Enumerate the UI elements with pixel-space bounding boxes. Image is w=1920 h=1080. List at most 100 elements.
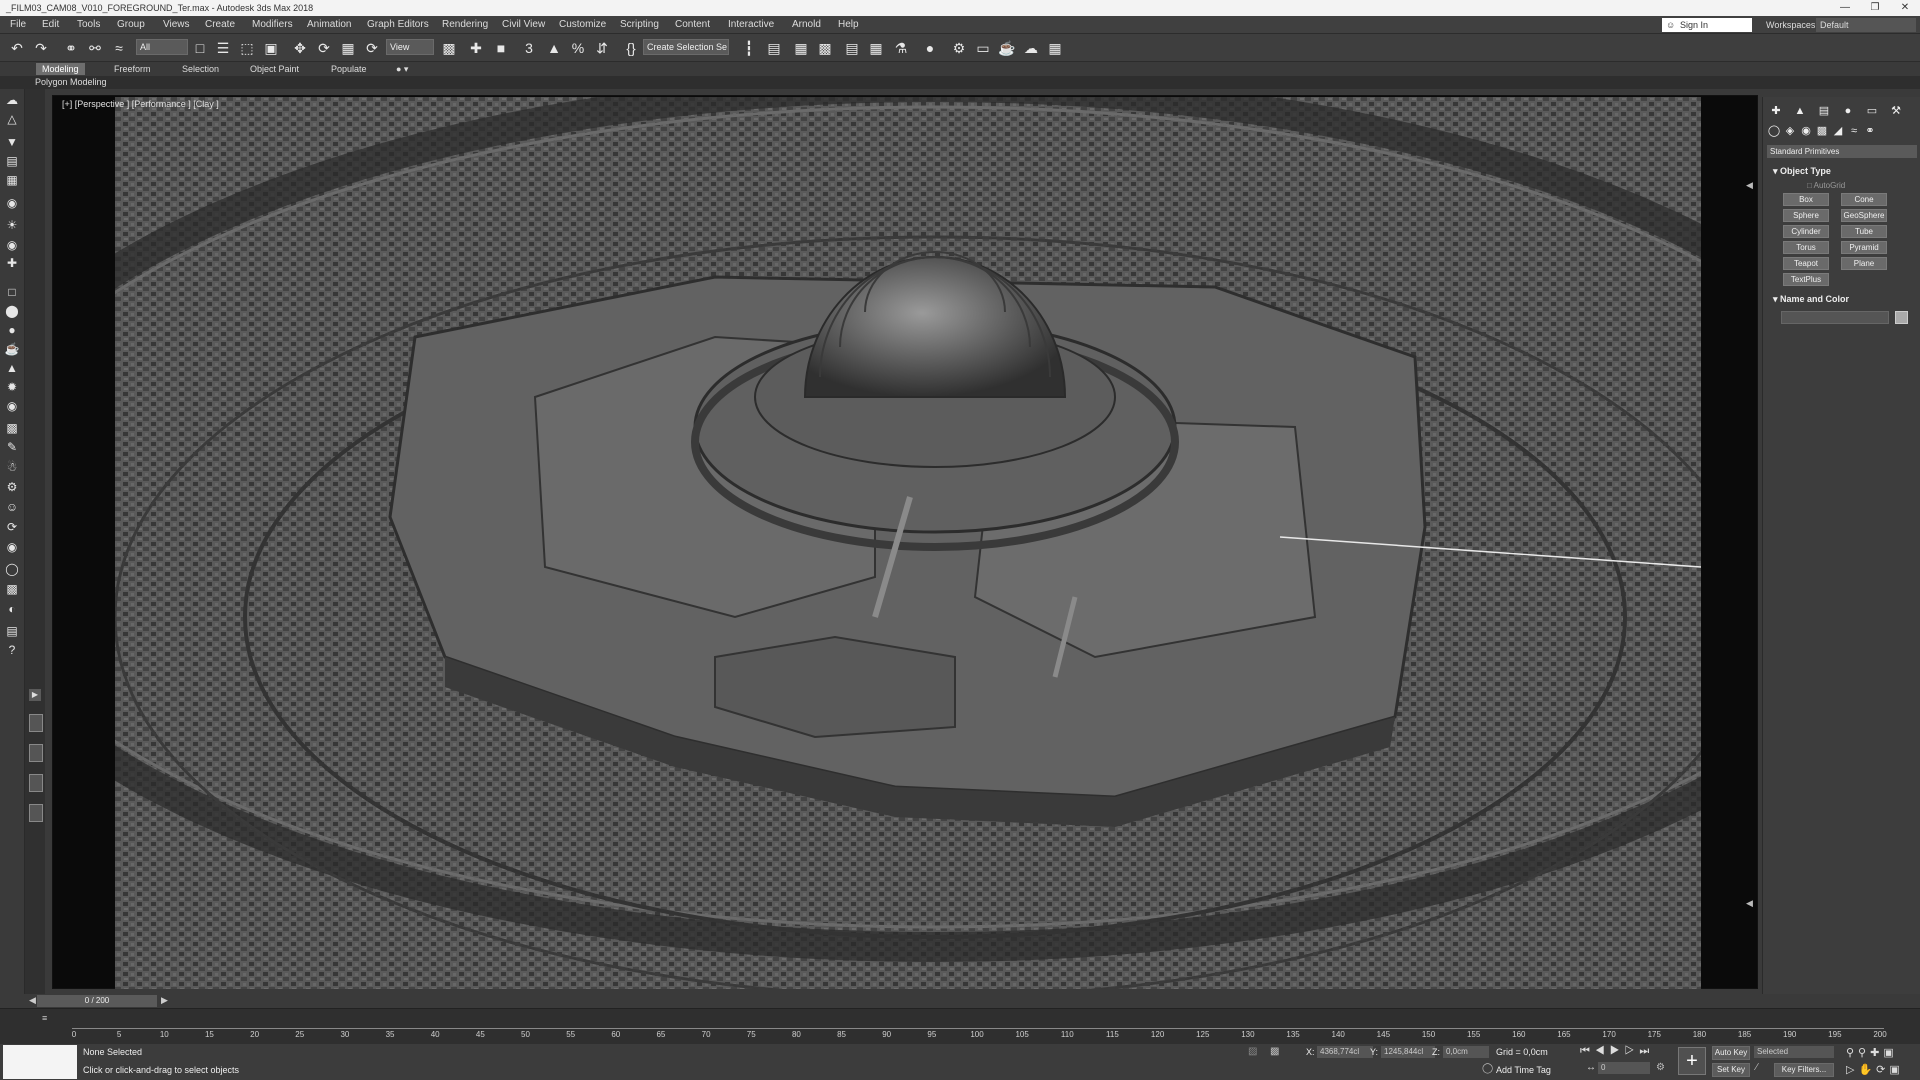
perspective-viewport[interactable] bbox=[115, 97, 1701, 989]
prev-frame-icon[interactable]: ◀ bbox=[29, 995, 36, 1006]
textplus-button[interactable]: TextPlus bbox=[1783, 273, 1829, 286]
move-icon[interactable]: ✥ bbox=[291, 39, 309, 57]
schematic-view-icon[interactable]: ⚗ bbox=[892, 39, 910, 57]
link-icon[interactable]: ⚭ bbox=[62, 39, 80, 57]
next-frame-icon[interactable]: ▶ bbox=[161, 995, 168, 1006]
geometry-icon[interactable]: □ bbox=[4, 284, 20, 300]
lights-icon[interactable]: ◐ bbox=[4, 601, 20, 617]
create-tab-icon[interactable]: ✚ bbox=[1769, 104, 1783, 118]
modify-tab-icon[interactable]: ▲ bbox=[1793, 104, 1807, 118]
cat-icon[interactable]: ◉ bbox=[4, 539, 20, 555]
biped-icon[interactable]: ☺ bbox=[4, 499, 20, 515]
bind-space-warp-icon[interactable]: ≈ bbox=[110, 39, 128, 57]
bone-icon[interactable]: ☃ bbox=[4, 459, 20, 475]
playback-controls[interactable]: ⏮◀▶▷⏭ bbox=[1580, 1045, 1654, 1058]
sign-in-dropdown[interactable]: ☺ Sign In bbox=[1662, 18, 1752, 32]
set-key-button[interactable]: Set Key bbox=[1712, 1063, 1750, 1077]
teapot-button[interactable]: Teapot bbox=[1783, 257, 1829, 270]
motion-tab-icon[interactable]: ● bbox=[1841, 104, 1855, 118]
object-color-swatch[interactable] bbox=[1895, 311, 1908, 324]
add-time-tag[interactable]: Add Time Tag bbox=[1496, 1065, 1551, 1075]
scene-explorer-icon[interactable]: ▦ bbox=[792, 39, 810, 57]
utilities-tab-icon[interactable]: ⚒ bbox=[1889, 104, 1903, 118]
minimize-button[interactable]: — bbox=[1830, 0, 1860, 16]
tab-object-paint[interactable]: Object Paint bbox=[244, 63, 305, 75]
tab-modeling[interactable]: Modeling bbox=[36, 63, 85, 75]
create-selection-icon[interactable]: △ bbox=[4, 111, 20, 127]
mirror-icon[interactable]: ┇ bbox=[740, 39, 758, 57]
motion-icon[interactable]: ⟳ bbox=[4, 519, 20, 535]
pivot-center-icon[interactable]: ▩ bbox=[440, 39, 458, 57]
y-coordinate-field[interactable]: 1245,844cl bbox=[1381, 1046, 1435, 1058]
key-mode-dropdown[interactable]: Selected bbox=[1754, 1046, 1834, 1058]
display-tab-icon[interactable]: ▭ bbox=[1865, 104, 1879, 118]
render-setup-icon[interactable]: ⚙ bbox=[950, 39, 968, 57]
geometry-category-icon[interactable]: ◯ bbox=[1767, 124, 1781, 138]
selection-filter-dropdown[interactable]: All bbox=[136, 39, 188, 55]
menu-civil-view[interactable]: Civil View bbox=[502, 16, 545, 34]
maxscript-listener[interactable] bbox=[3, 1045, 77, 1079]
mini-curve-editor-icon[interactable]: ≡ bbox=[42, 1013, 47, 1023]
spinner-snap-icon[interactable]: ⇵ bbox=[593, 39, 611, 57]
systems-icon[interactable]: ▩ bbox=[4, 420, 20, 436]
workspaces-select[interactable]: Default bbox=[1816, 18, 1916, 32]
name-and-color-rollout[interactable]: ▾ Name and Color bbox=[1773, 294, 1849, 305]
menu-modifiers[interactable]: Modifiers bbox=[252, 16, 293, 34]
primitive-category-dropdown[interactable]: Standard Primitives bbox=[1767, 145, 1917, 158]
helper-icon[interactable]: ✚ bbox=[4, 255, 20, 271]
expand-arrow-icon[interactable]: ▶ bbox=[29, 689, 41, 701]
torus-button[interactable]: Torus bbox=[1783, 241, 1829, 254]
menu-customize[interactable]: Customize bbox=[559, 16, 606, 34]
redo-icon[interactable]: ↷ bbox=[32, 39, 50, 57]
menu-animation[interactable]: Animation bbox=[307, 16, 351, 34]
edit-named-sets-icon[interactable]: {} bbox=[622, 39, 640, 57]
curve-editor-icon[interactable]: ▦ bbox=[867, 39, 885, 57]
rendered-frame-window-icon[interactable]: ▭ bbox=[974, 39, 992, 57]
viewport-nav-orbit-icons[interactable]: ▷✋⟳▣ bbox=[1846, 1063, 1904, 1076]
plane-button[interactable]: Plane bbox=[1841, 257, 1887, 270]
display-none-icon[interactable]: ▤ bbox=[4, 153, 20, 169]
auto-key-button[interactable]: Auto Key bbox=[1712, 1046, 1750, 1060]
cone-button[interactable]: Cone bbox=[1841, 193, 1887, 206]
select-manipulate-icon[interactable]: ✚ bbox=[467, 39, 485, 57]
layout-single-button[interactable] bbox=[29, 714, 43, 732]
paint-icon[interactable]: ✎ bbox=[4, 439, 20, 455]
layout-quad-button[interactable] bbox=[29, 774, 43, 792]
ribbon-options-icon[interactable]: ● ▾ bbox=[390, 63, 414, 75]
menu-create[interactable]: Create bbox=[205, 16, 235, 34]
toggle-ribbon-icon[interactable]: ▤ bbox=[843, 39, 861, 57]
snaps-toggle-icon[interactable]: 3 bbox=[520, 39, 538, 57]
space-warp-icon[interactable]: ◉ bbox=[4, 398, 20, 414]
layer-explorer-icon[interactable]: ▩ bbox=[816, 39, 834, 57]
sort-icon[interactable]: ▼ bbox=[4, 134, 20, 150]
utilities-icon[interactable]: ▤ bbox=[4, 623, 20, 639]
polygon-modeling-panel[interactable]: Polygon Modeling bbox=[35, 76, 107, 89]
track-bar[interactable]: ≡ 0 5 10 15 20 25 30 35 40 45 50 55 60 65 70 75 80 85 90 95… bbox=[0, 1008, 1920, 1046]
menu-graph-editors[interactable]: Graph Editors bbox=[367, 16, 429, 34]
named-selection-dropdown[interactable]: Create Selection Se bbox=[643, 39, 729, 55]
help-icon[interactable]: ? bbox=[4, 642, 20, 658]
keyboard-shortcut-icon[interactable]: ■ bbox=[492, 39, 510, 57]
geosphere-button[interactable]: GeoSphere bbox=[1841, 209, 1887, 222]
menu-rendering[interactable]: Rendering bbox=[442, 16, 488, 34]
space-warps-category-icon[interactable]: ≈ bbox=[1847, 124, 1861, 138]
key-mode-icon[interactable]: ↔ bbox=[1586, 1062, 1596, 1073]
render-production-icon[interactable]: ☕ bbox=[998, 39, 1016, 57]
render-icon[interactable]: ▩ bbox=[4, 581, 20, 597]
shapes-category-icon[interactable]: ◈ bbox=[1783, 124, 1797, 138]
time-config-icon[interactable]: ⚙ bbox=[1656, 1062, 1665, 1073]
hierarchy-icon[interactable]: ⚙ bbox=[4, 479, 20, 495]
hierarchy-tab-icon[interactable]: ▤ bbox=[1817, 104, 1831, 118]
placement-icon[interactable]: ⟳ bbox=[363, 39, 381, 57]
menu-tools[interactable]: Tools bbox=[77, 16, 100, 34]
window-crossing-icon[interactable]: ▣ bbox=[262, 39, 280, 57]
systems-category-icon[interactable]: ⚭ bbox=[1863, 124, 1877, 138]
material-editor-icon[interactable]: ● bbox=[921, 39, 939, 57]
current-frame-field[interactable]: 0 bbox=[1598, 1062, 1650, 1074]
pyramid-button[interactable]: Pyramid bbox=[1841, 241, 1887, 254]
find-icon[interactable]: ◉ bbox=[4, 195, 20, 211]
percent-snap-icon[interactable]: % bbox=[569, 39, 587, 57]
menu-file[interactable]: File bbox=[10, 16, 26, 34]
object-circle-icon[interactable]: ◯ bbox=[4, 561, 20, 577]
sphere-icon[interactable]: ● bbox=[4, 322, 20, 338]
